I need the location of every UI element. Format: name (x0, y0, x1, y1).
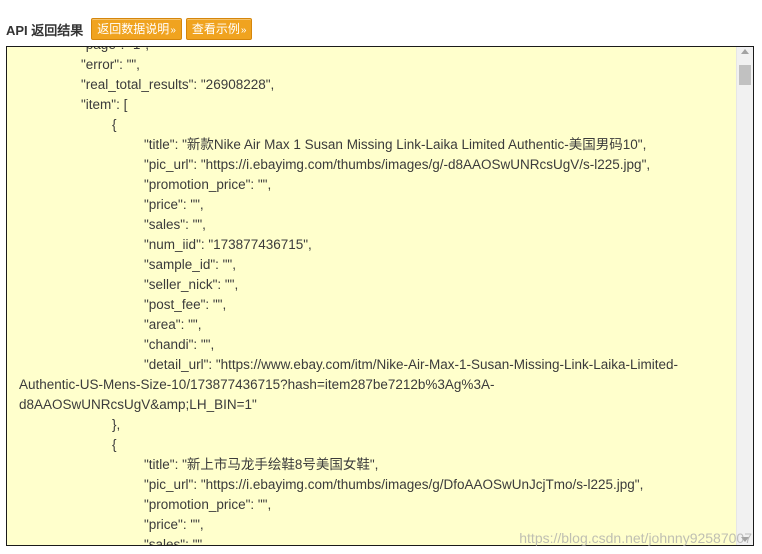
chevron-right-icon: » (170, 25, 176, 36)
code-line: "sales": "", (144, 537, 206, 546)
code-line: }, (112, 417, 121, 432)
code-line: { (112, 117, 117, 132)
code-line: "promotion_price": "", (144, 177, 272, 192)
code-line: "page": "1", (19, 47, 735, 55)
code-line: "promotion_price": "", (144, 497, 272, 512)
code-line: "price": "", (144, 197, 204, 212)
scrollbar-thumb[interactable] (739, 65, 751, 85)
view-example-label: 查看示例 (191, 22, 240, 36)
scroll-up-arrow-icon[interactable] (741, 49, 749, 54)
json-content: "page": "1", "error": "", "real_total_re… (7, 47, 735, 546)
header: API 返回结果 返回数据说明» 查看示例» (6, 17, 253, 41)
scroll-down-arrow-icon[interactable] (741, 537, 749, 542)
code-line: "num_iid": "173877436715", (144, 237, 312, 252)
code-line: "title": "新款Nike Air Max 1 Susan Missing… (144, 137, 647, 152)
code-line: "sample_id": "", (144, 257, 236, 272)
code-line: "error": "", (81, 57, 140, 72)
api-result-textarea[interactable]: "page": "1", "error": "", "real_total_re… (6, 46, 754, 546)
code-line: "item": [ (81, 97, 128, 112)
view-example-button[interactable]: 查看示例» (185, 18, 253, 40)
code-line: "seller_nick": "", (144, 277, 239, 292)
code-line: "price": "", (144, 517, 204, 532)
data-description-button[interactable]: 返回数据说明» (91, 18, 182, 40)
code-line: "pic_url": "https://i.ebayimg.com/thumbs… (144, 477, 644, 492)
code-line: "post_fee": "", (144, 297, 227, 312)
code-line: "area": "", (144, 317, 202, 332)
code-line: { (112, 437, 117, 452)
vertical-scrollbar[interactable] (736, 47, 753, 545)
code-line: "real_total_results": "26908228", (81, 77, 275, 92)
code-line: "pic_url": "https://i.ebayimg.com/thumbs… (144, 157, 651, 172)
chevron-right-icon: » (240, 25, 247, 36)
code-line: d8AAOSwUNRcsUgV&amp;LH_BIN=1" (19, 397, 257, 412)
code-line: Authentic-US-Mens-Size-10/173877436715?h… (19, 377, 495, 392)
data-description-label: 返回数据说明 (97, 22, 170, 36)
code-line: "title": "新上市马龙手绘鞋8号美国女鞋", (144, 457, 379, 472)
code-line: "sales": "", (144, 217, 206, 232)
code-line: "chandi": "", (144, 337, 215, 352)
code-line: "detail_url": "https://www.ebay.com/itm/… (144, 357, 679, 372)
section-title: API 返回结果 (6, 22, 84, 38)
